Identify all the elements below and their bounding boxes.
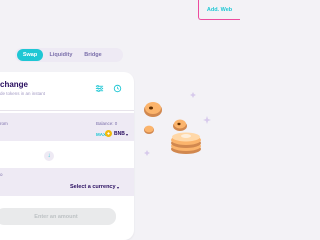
connect-wallet-button[interactable]: Add. Web <box>198 0 240 20</box>
tab-swap[interactable]: Swap <box>17 49 43 61</box>
bnb-token-icon <box>105 130 112 137</box>
from-token-panel[interactable]: rom Balance: 0 MAX BNB ▾ <box>0 113 134 141</box>
card-divider <box>0 110 134 111</box>
tab-bar: Swap Liquidity Bridge <box>15 48 123 62</box>
card-subtitle: de tokens in an instant <box>0 91 46 96</box>
pancake-illustration <box>144 92 211 156</box>
chevron-down-icon[interactable]: ▾ <box>117 185 119 190</box>
from-balance: Balance: 0 <box>96 121 118 126</box>
enter-amount-button[interactable]: Enter an amount <box>0 208 116 225</box>
tab-liquidity[interactable]: Liquidity <box>43 49 79 61</box>
sliders-icon[interactable] <box>95 84 104 93</box>
from-label: rom <box>0 121 8 126</box>
select-currency-button[interactable]: Select a currency <box>70 184 116 190</box>
chevron-down-icon[interactable]: ▾ <box>126 132 128 137</box>
history-icon[interactable] <box>113 84 122 93</box>
tab-bridge[interactable]: Bridge <box>79 49 107 61</box>
to-token-panel[interactable]: o Select a currency ▾ <box>0 168 134 196</box>
from-token-symbol[interactable]: BNB <box>114 131 125 137</box>
card-title: change <box>0 80 29 89</box>
to-label: o <box>0 172 3 177</box>
switch-direction-button[interactable]: ↓ <box>44 151 54 161</box>
swap-card: change de tokens in an instant rom Balan… <box>0 72 134 240</box>
